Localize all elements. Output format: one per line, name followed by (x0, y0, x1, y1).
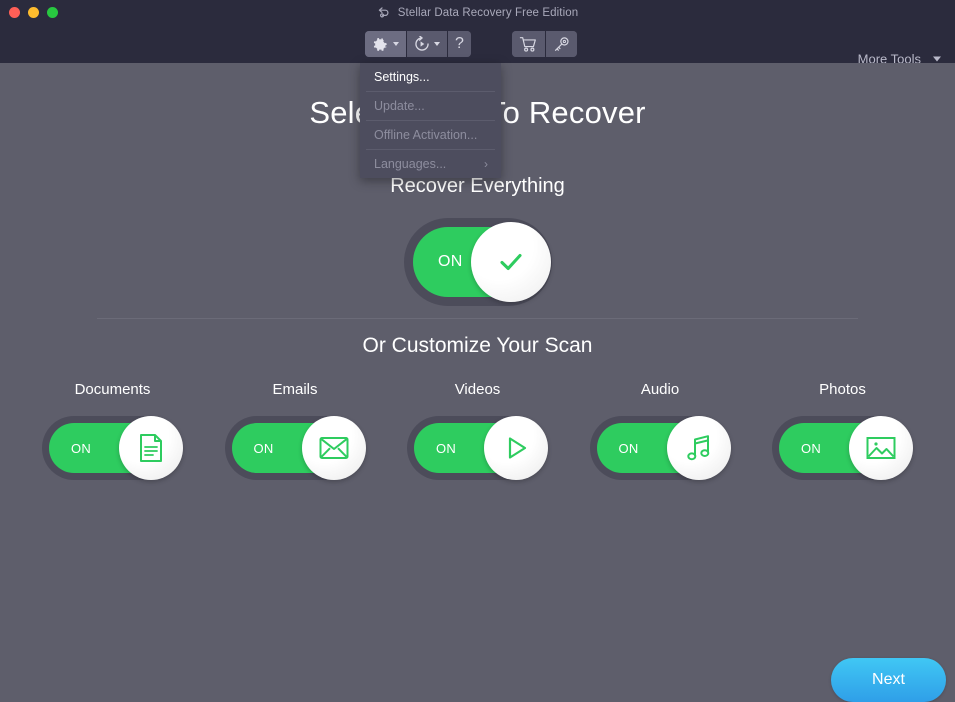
next-button[interactable]: Next (831, 658, 946, 702)
category-emails: Emails ON (224, 381, 366, 480)
category-label: Audio (640, 381, 680, 398)
customize-scan-heading: Or Customize Your Scan (362, 334, 593, 357)
toggle-track: ON (779, 416, 913, 480)
window-title: Stellar Data Recovery Free Edition (397, 6, 579, 19)
menu-item-languages[interactable]: Languages... › (360, 150, 501, 178)
category-photos: Photos ON (772, 381, 913, 480)
audio-toggle[interactable]: ON (589, 416, 731, 480)
toggle-track: ON (49, 416, 183, 480)
play-icon (508, 437, 527, 459)
activate-button[interactable] (546, 31, 577, 57)
settings-button[interactable] (365, 31, 407, 57)
toggle-knob (484, 416, 548, 480)
check-icon (500, 253, 522, 271)
menu-item-settings[interactable]: Settings... (360, 63, 501, 91)
toggle-state-label: ON (438, 253, 463, 270)
chevron-right-icon: › (484, 157, 488, 171)
toggle-knob (471, 222, 551, 302)
menu-item-label: Offline Activation... (374, 128, 478, 142)
toggle-track: ON (596, 416, 731, 480)
buy-now-button[interactable] (512, 31, 546, 57)
documents-toggle[interactable]: ON (42, 416, 183, 480)
envelope-icon (319, 437, 348, 459)
toggle-state-label: ON (618, 440, 639, 456)
chevron-down-icon (933, 56, 941, 62)
toggle-state-label: ON (436, 440, 457, 456)
main-toolbar: ? More Tools (0, 25, 955, 67)
toggle-knob (119, 416, 183, 480)
help-button[interactable]: ? (448, 31, 471, 57)
resume-recovery-icon (415, 36, 429, 51)
undo-arrow-icon[interactable] (377, 6, 391, 20)
toggle-knob (666, 416, 731, 480)
toggle-state-label: ON (801, 440, 822, 456)
gear-icon (373, 37, 387, 51)
settings-dropdown-menu: Settings... Update... Offline Activation… (360, 63, 501, 178)
category-label: Videos (454, 381, 501, 398)
category-label: Documents (74, 381, 151, 398)
videos-toggle[interactable]: ON (407, 416, 548, 480)
category-toggle-row: Documents ON Emails ON Videos ON Audio O… (0, 381, 955, 480)
music-note-icon (686, 435, 709, 461)
category-documents: Documents ON (42, 381, 183, 480)
menu-item-label: Settings... (374, 70, 430, 84)
emails-toggle[interactable]: ON (224, 416, 366, 480)
document-icon (140, 434, 162, 462)
toggle-track: ON (414, 416, 548, 480)
recover-everything-label: Recover Everything (390, 175, 565, 197)
recover-everything-toggle[interactable]: ON (404, 218, 552, 306)
toggle-knob (849, 416, 913, 480)
window-title-group: Stellar Data Recovery Free Edition (0, 0, 955, 25)
section-divider (97, 318, 858, 319)
category-videos: Videos ON (407, 381, 548, 480)
image-icon (866, 437, 896, 459)
menu-item-label: Languages... (374, 157, 447, 171)
category-audio: Audio ON (589, 381, 731, 480)
toolbar-group-purchase (512, 31, 577, 57)
toggle-knob (301, 416, 366, 480)
category-label: Emails (272, 381, 318, 398)
window-titlebar: Stellar Data Recovery Free Edition (0, 0, 955, 25)
shopping-cart-icon (519, 36, 536, 52)
toggle-state-label: ON (71, 440, 92, 456)
menu-item-update[interactable]: Update... (360, 92, 501, 120)
chevron-down-icon[interactable] (393, 42, 399, 46)
category-label: Photos (819, 381, 866, 398)
toggle-state-label: ON (253, 440, 274, 456)
toolbar-group-primary: ? (365, 31, 471, 57)
menu-item-offline-activation[interactable]: Offline Activation... (360, 121, 501, 149)
toggle-track: ON (413, 222, 551, 302)
toggle-track: ON (231, 416, 366, 480)
chevron-down-icon[interactable] (434, 42, 440, 46)
activation-key-icon (554, 36, 569, 51)
photos-toggle[interactable]: ON (772, 416, 913, 480)
help-question-icon: ? (455, 35, 464, 52)
resume-recovery-button[interactable] (407, 31, 448, 57)
menu-item-label: Update... (374, 99, 425, 113)
